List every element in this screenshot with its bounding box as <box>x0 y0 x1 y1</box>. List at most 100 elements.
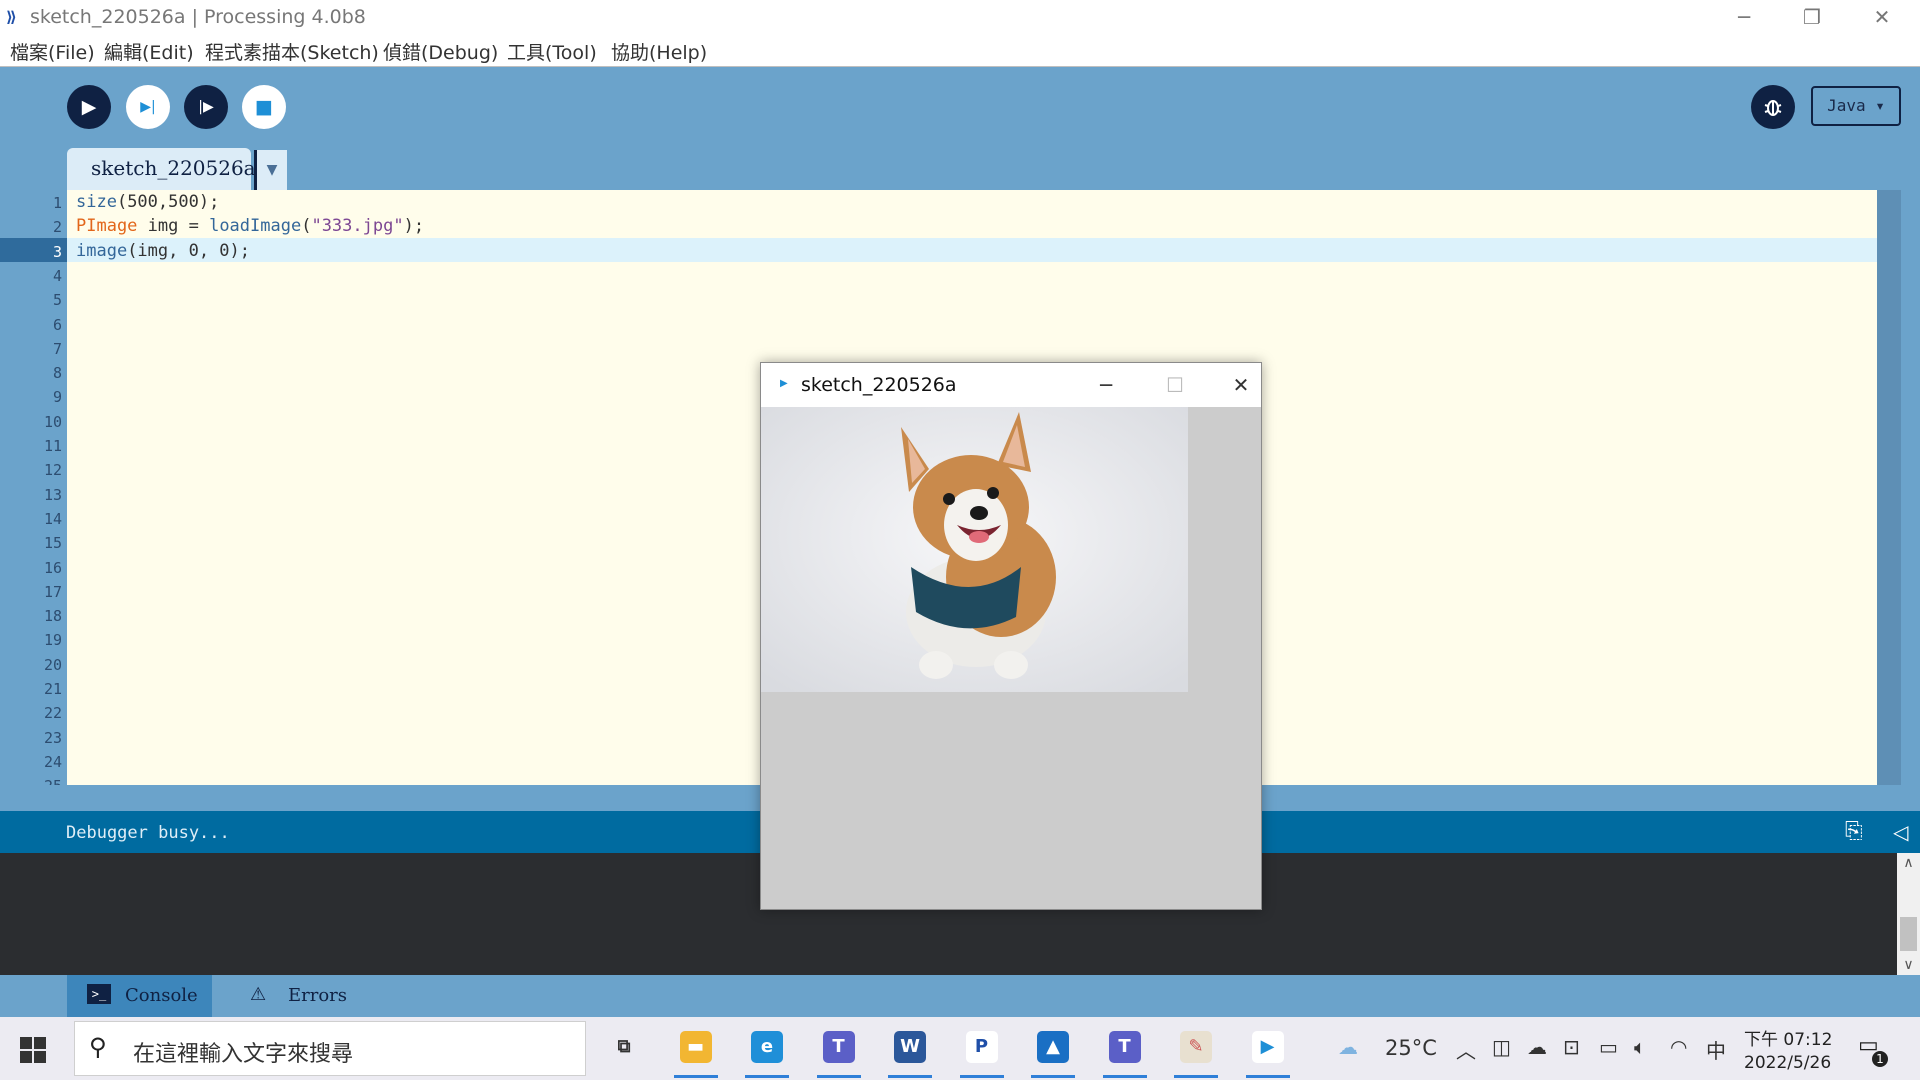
start-button[interactable] <box>20 1037 46 1063</box>
word-icon: W <box>894 1031 926 1063</box>
line-number: 3 <box>52 242 62 261</box>
file-explorer-icon: ▬ <box>679 1031 712 1063</box>
wifi-icon[interactable]: ◠ <box>1670 1035 1687 1059</box>
teams-icon: T <box>822 1031 855 1063</box>
security-icon[interactable]: ⊡ <box>1563 1035 1580 1059</box>
debugger-toggle-button[interactable] <box>1751 85 1795 129</box>
sketch-canvas[interactable] <box>761 407 1261 909</box>
mode-selector[interactable]: Java ▾ <box>1811 86 1901 126</box>
line-number: 11 <box>43 437 62 455</box>
chevron-up-icon[interactable]: ︿ <box>1456 1035 1476 1064</box>
windows-taskbar: ⚲ 在這裡輸入文字來搜尋 ⧉ ▬ e T W P ▲ T ✎ ▶ ☁ 25°C ︿ ◫ ☁ ⊡ ▭… <box>0 1017 1920 1080</box>
taskbar-app-sketch-app[interactable]: ▶ <box>1237 1025 1299 1080</box>
task-view-icon: ⧉ <box>608 1031 640 1063</box>
taskbar-app-teams-2[interactable]: T <box>1094 1025 1156 1080</box>
taskbar-app-photos[interactable]: ▲ <box>1022 1025 1084 1080</box>
editor-scrollbar[interactable] <box>1877 190 1901 785</box>
running-indicator <box>1174 1075 1218 1078</box>
clock-time[interactable]: 下午 07:12 <box>1744 1025 1832 1050</box>
search-icon: ⚲ <box>89 1033 107 1061</box>
menu-sketch[interactable]: 程式素描本(Sketch) <box>205 38 379 65</box>
weather-temperature[interactable]: 25°C <box>1385 1036 1437 1060</box>
stop-button[interactable]: ■ <box>242 85 286 129</box>
menu-file[interactable]: 檔案(File) <box>10 38 95 65</box>
taskbar-app-word[interactable]: W <box>879 1025 941 1080</box>
windows-logo-icon <box>34 1051 46 1063</box>
minimize-button[interactable]: ─ <box>1724 4 1764 30</box>
run-button[interactable]: ▶ <box>67 85 111 129</box>
line-number: 8 <box>52 364 62 383</box>
close-button[interactable]: ✕ <box>1862 4 1902 30</box>
onedrive-icon[interactable]: ☁ <box>1527 1035 1547 1059</box>
step-button[interactable]: ▶| <box>126 85 170 129</box>
toolbar: ▶ ▶| |▶ ■ Java ▾ <box>0 67 1920 150</box>
ime-indicator[interactable]: 中 <box>1706 1035 1726 1064</box>
code-line[interactable]: size(500,500); <box>76 192 219 212</box>
code-token: PImage <box>76 216 138 237</box>
sketch-minimize-button[interactable]: ─ <box>1086 371 1126 399</box>
menu-bar: 檔案(File) 編輯(Edit) 程式素描本(Sketch) 偵錯(Debug… <box>0 34 1920 67</box>
tab-menu-arrow[interactable]: ▼ <box>254 150 287 190</box>
menu-help[interactable]: 協助(Help) <box>611 38 707 65</box>
line-number: 9 <box>52 388 62 407</box>
sketch-title-bar[interactable]: ▶ sketch_220526a ─ ☐ ✕ <box>761 363 1261 407</box>
line-number: 17 <box>43 582 62 601</box>
running-indicator <box>816 1075 861 1078</box>
menu-edit[interactable]: 編輯(Edit) <box>104 38 194 65</box>
scroll-thumb[interactable] <box>1900 917 1917 951</box>
scroll-up-icon[interactable]: ∧ <box>1897 855 1920 871</box>
paint-icon: ✎ <box>1180 1031 1212 1063</box>
taskbar-app-processing[interactable]: P <box>951 1025 1013 1080</box>
edge-icon: e <box>751 1031 783 1063</box>
taskbar-app-paint[interactable]: ✎ <box>1165 1025 1227 1080</box>
taskbar-app-task-view[interactable]: ⧉ <box>593 1025 655 1080</box>
code-token: ); <box>403 216 425 237</box>
line-number: 2 <box>52 218 62 237</box>
console-tab-label: Console <box>125 985 198 1006</box>
running-indicator <box>745 1075 789 1078</box>
line-number: 7 <box>52 339 62 358</box>
sketch-window-title: sketch_220526a <box>801 374 957 396</box>
meet-now-icon[interactable]: ◫ <box>1492 1035 1511 1059</box>
taskbar-app-file-explorer[interactable]: ▬ <box>665 1025 727 1080</box>
current-line-highlight <box>67 238 1877 262</box>
line-number: 5 <box>52 291 62 310</box>
weather-icon[interactable]: ☁ <box>1338 1035 1358 1059</box>
windows-logo-icon <box>20 1051 32 1063</box>
line-number: 1 <box>52 194 62 212</box>
taskbar-app-teams[interactable]: T <box>808 1025 870 1080</box>
search-placeholder: 在這裡輸入文字來搜尋 <box>133 1042 354 1067</box>
menu-debug[interactable]: 偵錯(Debug) <box>383 38 498 65</box>
continue-button[interactable]: |▶ <box>184 85 228 129</box>
code-token: ( <box>301 216 312 237</box>
bug-icon <box>1764 100 1782 116</box>
tab-sketch[interactable]: sketch_220526a <box>67 148 256 190</box>
windows-logo-icon <box>34 1037 46 1049</box>
corgi-photo <box>761 407 1188 692</box>
tab-errors[interactable]: ⚠ Errors <box>230 975 360 1017</box>
notification-count: 1 <box>1872 1051 1888 1067</box>
sketch-close-button[interactable]: ✕ <box>1221 371 1261 399</box>
tab-console[interactable]: >_ Console <box>67 975 212 1017</box>
menu-tool[interactable]: 工具(Tool) <box>507 38 597 65</box>
taskbar-app-edge[interactable]: e <box>736 1025 798 1080</box>
volume-icon[interactable]: 🔈︎ <box>1634 1035 1646 1059</box>
code-line[interactable]: PImage img = loadImage("333.jpg"); <box>76 216 424 236</box>
line-number: 23 <box>43 728 62 747</box>
code-token: (img, 0, 0); <box>127 240 251 261</box>
window-title: sketch_220526a | Processing 4.0b8 <box>30 6 366 28</box>
processing-icon: ⟫ <box>6 8 17 26</box>
collapse-console-icon[interactable]: ◁ <box>1893 820 1908 844</box>
taskbar-search-box[interactable]: ⚲ 在這裡輸入文字來搜尋 <box>74 1021 586 1076</box>
console-scrollbar[interactable]: ∧ ∨ <box>1897 853 1920 975</box>
scroll-down-icon[interactable]: ∨ <box>1897 957 1920 973</box>
restore-button[interactable]: ❐ <box>1792 4 1832 30</box>
code-line[interactable]: image(img, 0, 0); <box>76 241 250 261</box>
warning-icon: ⚠ <box>250 984 267 1005</box>
clock-date[interactable]: 2022/5/26 <box>1744 1053 1831 1073</box>
running-indicator <box>888 1075 932 1078</box>
battery-icon[interactable]: ▭ <box>1599 1035 1618 1059</box>
sketch-maximize-button[interactable]: ☐ <box>1155 371 1195 399</box>
copy-icon[interactable]: ⎘ <box>1845 819 1863 844</box>
line-number: 14 <box>43 509 62 528</box>
